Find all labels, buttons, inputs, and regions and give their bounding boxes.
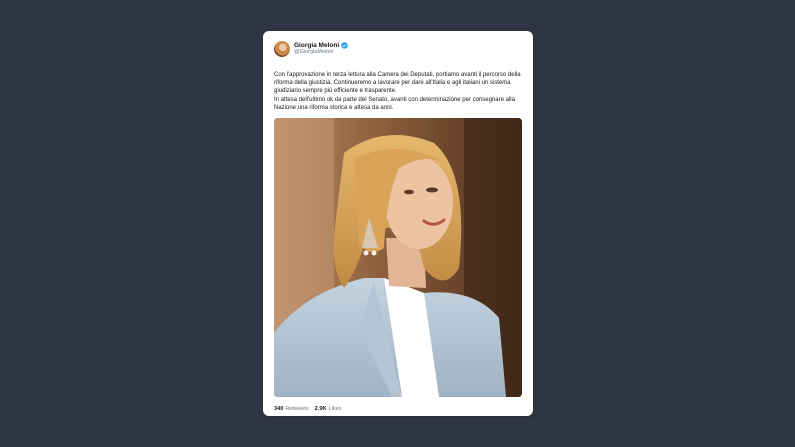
tweet-header: Giorgia Meloni @GiorgiaMeloni: [274, 40, 522, 58]
retweets-stat[interactable]: 340 Retweets: [274, 406, 309, 412]
author-block: Giorgia Meloni @GiorgiaMeloni: [294, 42, 348, 56]
likes-stat[interactable]: 2.9K Likes: [315, 406, 342, 412]
likes-count: 2.9K: [314, 406, 327, 413]
author-name[interactable]: Giorgia Meloni: [294, 42, 339, 50]
likes-label: Likes: [328, 406, 342, 413]
tweet-stats: 340 Retweets 2.9K Likes: [274, 406, 522, 412]
tweet-text: Con l'approvazione in terza lettura alla…: [274, 72, 521, 111]
verified-badge-icon: [341, 42, 348, 49]
avatar[interactable]: [274, 41, 290, 57]
retweets-count: 340: [274, 406, 284, 413]
tweet-card: Giorgia Meloni @GiorgiaMeloni Con l'appr…: [263, 31, 533, 416]
retweets-label: Retweets: [285, 406, 309, 413]
tweet-photo[interactable]: [274, 118, 522, 398]
author-handle[interactable]: @GiorgiaMeloni: [294, 50, 348, 56]
author-name-row: Giorgia Meloni: [294, 42, 348, 49]
portrait-image: [274, 118, 522, 398]
